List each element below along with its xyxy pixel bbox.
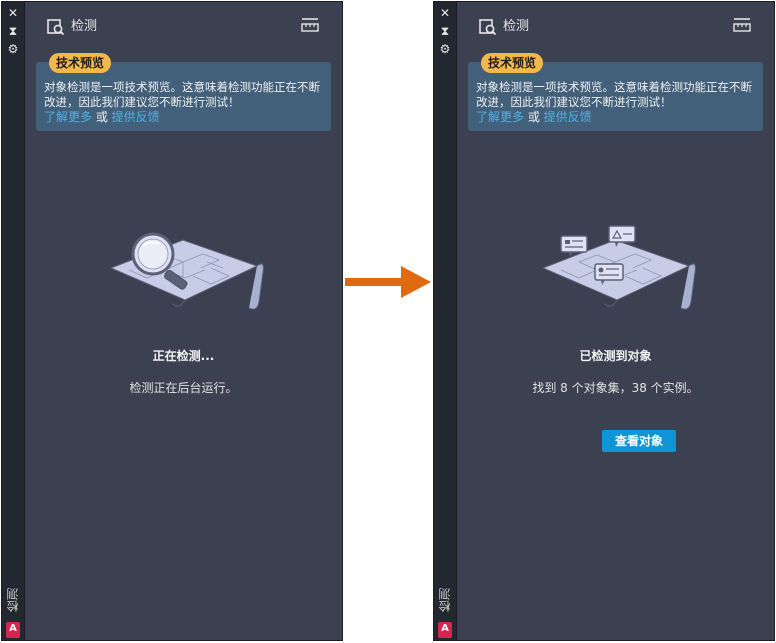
feedback-link[interactable]: 提供反馈 (112, 110, 160, 124)
palette-main: 检测 技术预览 对象检测是一项技术预览。这意味着检测功能正在不断改进，因此我们建… (457, 2, 774, 640)
palette-header: 检测 (457, 2, 774, 48)
detection-palette-left: ✕ ⧗ ⚙ 检测 A 检测 技术预览 对象检测是一项技术预览。这意味着检测功能正… (1, 1, 343, 641)
pin-icon[interactable]: ⧗ (6, 25, 20, 37)
palette-header: 检测 (25, 2, 342, 48)
view-objects-button[interactable]: 查看对象 (602, 430, 676, 452)
detection-palette-right: ✕ ⧗ ⚙ 检测 A 检测 技术预览 对象检测是一项技术预览。这意味着检测功能正… (433, 1, 775, 641)
palette-main: 检测 技术预览 对象检测是一项技术预览。这意味着检测功能正在不断改进，因此我们建… (25, 2, 342, 640)
status-subtitle: 找到 8 个对象集，38 个实例。 (532, 381, 699, 395)
blueprint-magnifier-illustration (109, 232, 264, 310)
tech-preview-banner: 技术预览 对象检测是一项技术预览。这意味着检测功能正在不断改进，因此我们建议您不… (468, 53, 763, 131)
banner-text: 对象检测是一项技术预览。这意味着检测功能正在不断改进，因此我们建议您不断进行测试… (476, 80, 752, 109)
tech-preview-badge: 技术预览 (49, 53, 112, 73)
app-logo-icon: A (438, 622, 452, 638)
palette-title-strip: ✕ ⧗ ⚙ 检测 A (2, 2, 25, 640)
status-title: 正在检测... (152, 349, 215, 363)
status-title: 已检测到对象 (579, 349, 652, 363)
palette-title: 检测 (503, 19, 530, 34)
tech-preview-badge: 技术预览 (481, 53, 544, 73)
pin-icon[interactable]: ⧗ (438, 25, 452, 37)
palette-vertical-title: 检测 (6, 588, 20, 612)
detect-icon (47, 19, 65, 36)
settings-icon[interactable]: ⚙ (6, 43, 20, 55)
options-menu-icon[interactable] (300, 16, 320, 34)
close-icon[interactable]: ✕ (6, 7, 20, 19)
palette-vertical-title: 检测 (438, 588, 452, 612)
palette-title-strip: ✕ ⧗ ⚙ 检测 A (434, 2, 457, 640)
or-text: 或 (524, 110, 544, 124)
banner-links: 了解更多 或 提供反馈 (476, 110, 592, 125)
settings-icon[interactable]: ⚙ (438, 43, 452, 55)
tech-preview-banner: 技术预览 对象检测是一项技术预览。这意味着检测功能正在不断改进，因此我们建议您不… (36, 53, 331, 131)
feedback-link[interactable]: 提供反馈 (544, 110, 592, 124)
banner-text: 对象检测是一项技术预览。这意味着检测功能正在不断改进，因此我们建议您不断进行测试… (44, 80, 320, 109)
close-icon[interactable]: ✕ (438, 7, 452, 19)
options-menu-icon[interactable] (732, 16, 752, 34)
app-logo-icon: A (6, 622, 20, 638)
learn-more-link[interactable]: 了解更多 (476, 110, 524, 124)
detect-icon (479, 19, 497, 36)
transition-arrow (345, 266, 431, 298)
status-subtitle: 检测正在后台运行。 (129, 381, 238, 395)
blueprint-detected-objects-illustration (541, 225, 696, 310)
learn-more-link[interactable]: 了解更多 (44, 110, 92, 124)
palette-title: 检测 (71, 19, 98, 34)
or-text: 或 (92, 110, 112, 124)
banner-links: 了解更多 或 提供反馈 (44, 110, 160, 125)
